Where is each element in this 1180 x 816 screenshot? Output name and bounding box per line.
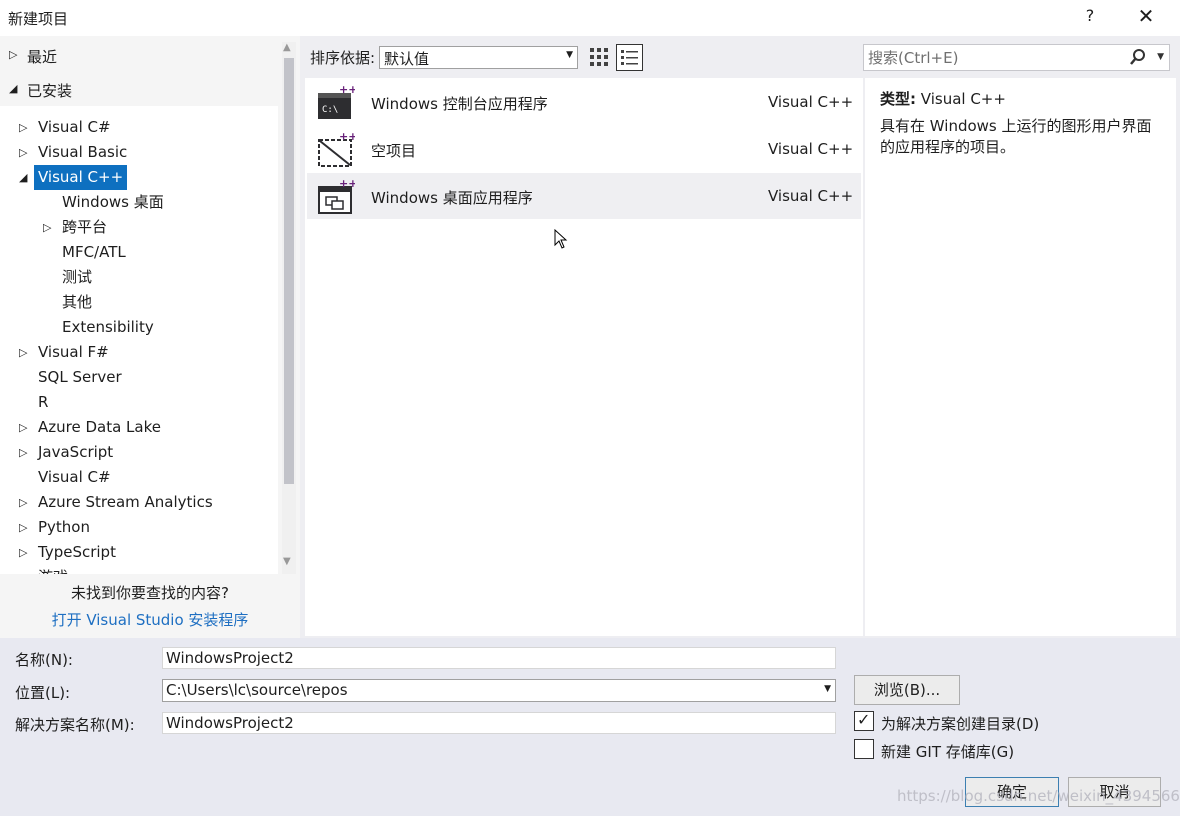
tree-item-label: Python bbox=[38, 518, 90, 536]
category-pane: ▷ 最近 ◢ 已安装 ▷ Visual C# ▷ Visual Basic ◢ … bbox=[0, 36, 300, 638]
nav-installed[interactable]: ◢ 已安装 bbox=[0, 74, 278, 104]
tree-item-label: Visual C# bbox=[38, 118, 111, 136]
template-windows-console-app[interactable]: C:\ ++ Windows 控制台应用程序 Visual C++ bbox=[307, 79, 861, 125]
collapse-arrow-icon[interactable]: ◢ bbox=[9, 82, 17, 95]
nav-recent[interactable]: ▷ 最近 bbox=[0, 40, 278, 70]
create-git-repo-checkbox[interactable] bbox=[854, 739, 874, 759]
template-name: 空项目 bbox=[371, 142, 417, 160]
browse-button[interactable]: 浏览(B)... bbox=[854, 675, 960, 705]
template-language: Visual C++ bbox=[768, 140, 854, 158]
sort-select-value: 默认值 bbox=[384, 50, 430, 68]
console-app-icon: C:\ ++ bbox=[318, 84, 355, 119]
window-title: 新建项目 bbox=[8, 10, 69, 28]
tree-item-label: JavaScript bbox=[38, 443, 114, 461]
sort-select[interactable]: 默认值 ▼ bbox=[379, 46, 578, 69]
tree-item-label: Extensibility bbox=[62, 318, 154, 336]
expand-arrow-icon[interactable]: ▷ bbox=[19, 415, 33, 440]
template-name: Windows 桌面应用程序 bbox=[371, 189, 533, 207]
tree-item-label: SQL Server bbox=[38, 368, 122, 386]
open-installer-link[interactable]: 打开 Visual Studio 安装程序 bbox=[0, 609, 300, 630]
grid-view-icon bbox=[590, 48, 608, 66]
grid-view-button[interactable] bbox=[586, 44, 612, 70]
search-input[interactable] bbox=[868, 47, 1128, 68]
detail-type-value: Visual C++ bbox=[920, 90, 1006, 108]
template-language: Visual C++ bbox=[768, 93, 854, 111]
tree-item-label: R bbox=[38, 393, 49, 411]
search-box[interactable]: ▼ bbox=[863, 44, 1170, 71]
solution-name-label: 解决方案名称(M): bbox=[15, 716, 135, 734]
expand-arrow-icon[interactable]: ▷ bbox=[9, 48, 17, 61]
detail-type-label: 类型: bbox=[880, 90, 916, 108]
expand-arrow-icon[interactable]: ▷ bbox=[19, 115, 33, 140]
location-label: 位置(L): bbox=[15, 684, 71, 702]
checkmark-icon: ✓ bbox=[857, 710, 871, 729]
chevron-down-icon: ▼ bbox=[566, 50, 573, 60]
tree-item-label: 游戏 bbox=[34, 565, 72, 574]
title-bar: 新建项目 ? ✕ bbox=[0, 0, 1180, 36]
tree-item-label: Visual C# bbox=[38, 468, 111, 486]
template-list: C:\ ++ Windows 控制台应用程序 Visual C++ ++ 空项目… bbox=[305, 78, 863, 636]
empty-project-icon: ++ bbox=[318, 131, 355, 167]
svg-text:++: ++ bbox=[339, 178, 355, 190]
tree-item-label: TypeScript bbox=[38, 543, 116, 561]
tree-item-label: Visual Basic bbox=[38, 143, 128, 161]
tree-item-label: MFC/ATL bbox=[62, 243, 126, 261]
expand-arrow-icon[interactable]: ▷ bbox=[43, 215, 57, 240]
solution-name-input[interactable]: WindowsProject2 bbox=[162, 712, 836, 734]
scroll-thumb[interactable] bbox=[284, 58, 294, 484]
location-value: C:\Users\lc\source\repos bbox=[166, 681, 348, 699]
create-git-repo-label: 新建 GIT 存储库(G) bbox=[881, 743, 1015, 761]
help-button[interactable]: ? bbox=[1080, 6, 1100, 25]
chevron-down-icon[interactable]: ▼ bbox=[1157, 52, 1164, 62]
expand-arrow-icon[interactable]: ▷ bbox=[19, 440, 33, 465]
expand-arrow-icon[interactable]: ▷ bbox=[19, 515, 33, 540]
desktop-app-icon: ++ bbox=[318, 178, 355, 214]
template-language: Visual C++ bbox=[768, 187, 854, 205]
mouse-pointer-icon bbox=[554, 229, 568, 249]
detail-description: 具有在 Windows 上运行的图形用户界面的应用程序的项目。 bbox=[880, 117, 1152, 156]
close-button[interactable]: ✕ bbox=[1134, 4, 1158, 28]
tree-item-label: 测试 bbox=[62, 268, 93, 286]
expand-arrow-icon[interactable]: ▷ bbox=[19, 540, 33, 565]
tree-item-label: Azure Stream Analytics bbox=[38, 493, 213, 511]
scroll-down-icon[interactable]: ▼ bbox=[283, 556, 291, 567]
scroll-up-icon[interactable]: ▲ bbox=[283, 42, 291, 53]
chevron-down-icon[interactable]: ▼ bbox=[824, 684, 831, 694]
svg-text:++: ++ bbox=[339, 84, 355, 96]
svg-text:C:\: C:\ bbox=[322, 105, 338, 115]
installed-tree: ▷ Visual C# ▷ Visual Basic ◢ Visual C++ … bbox=[0, 106, 278, 574]
create-directory-checkbox[interactable]: ✓ bbox=[854, 710, 874, 731]
nav-installed-label: 已安装 bbox=[27, 82, 73, 100]
name-label: 名称(N): bbox=[15, 651, 73, 669]
sort-label: 排序依据: bbox=[310, 49, 376, 67]
expand-arrow-icon[interactable]: ▷ bbox=[19, 140, 33, 165]
location-combo[interactable]: C:\Users\lc\source\repos ▼ bbox=[162, 679, 836, 702]
detail-type: 类型: Visual C++ bbox=[880, 88, 1006, 109]
svg-text:++: ++ bbox=[339, 131, 355, 143]
expand-arrow-icon[interactable]: ▷ bbox=[19, 340, 33, 365]
tree-item-label: Visual C++ bbox=[34, 165, 128, 190]
tree-item-label: Windows 桌面 bbox=[62, 193, 164, 211]
project-name-input[interactable]: WindowsProject2 bbox=[162, 647, 836, 669]
create-directory-label: 为解决方案创建目录(D) bbox=[881, 715, 1040, 733]
template-details: 类型: Visual C++ 具有在 Windows 上运行的图形用户界面的应用… bbox=[865, 78, 1176, 636]
tree-item-label: Azure Data Lake bbox=[38, 418, 161, 436]
template-name: Windows 控制台应用程序 bbox=[371, 95, 548, 113]
tree-scrollbar[interactable]: ▲ ▼ bbox=[282, 42, 296, 574]
tree-item-label: 跨平台 bbox=[62, 218, 108, 236]
not-found-text: 未找到你要查找的内容? bbox=[71, 584, 229, 602]
list-view-icon bbox=[621, 50, 638, 65]
watermark-text: https://blog.csdn.net/weixin_43945660 bbox=[897, 787, 1180, 805]
tree-item-label: Visual F# bbox=[38, 343, 109, 361]
tree-item-label: 其他 bbox=[62, 293, 93, 311]
nav-recent-label: 最近 bbox=[27, 48, 58, 66]
template-windows-desktop-app[interactable]: ++ Windows 桌面应用程序 Visual C++ bbox=[307, 173, 861, 219]
collapse-arrow-icon[interactable]: ◢ bbox=[19, 165, 33, 190]
search-icon[interactable] bbox=[1129, 48, 1147, 66]
list-view-button[interactable] bbox=[616, 44, 643, 71]
template-empty-project[interactable]: ++ 空项目 Visual C++ bbox=[307, 126, 861, 172]
expand-arrow-icon[interactable]: ▷ bbox=[19, 490, 33, 515]
